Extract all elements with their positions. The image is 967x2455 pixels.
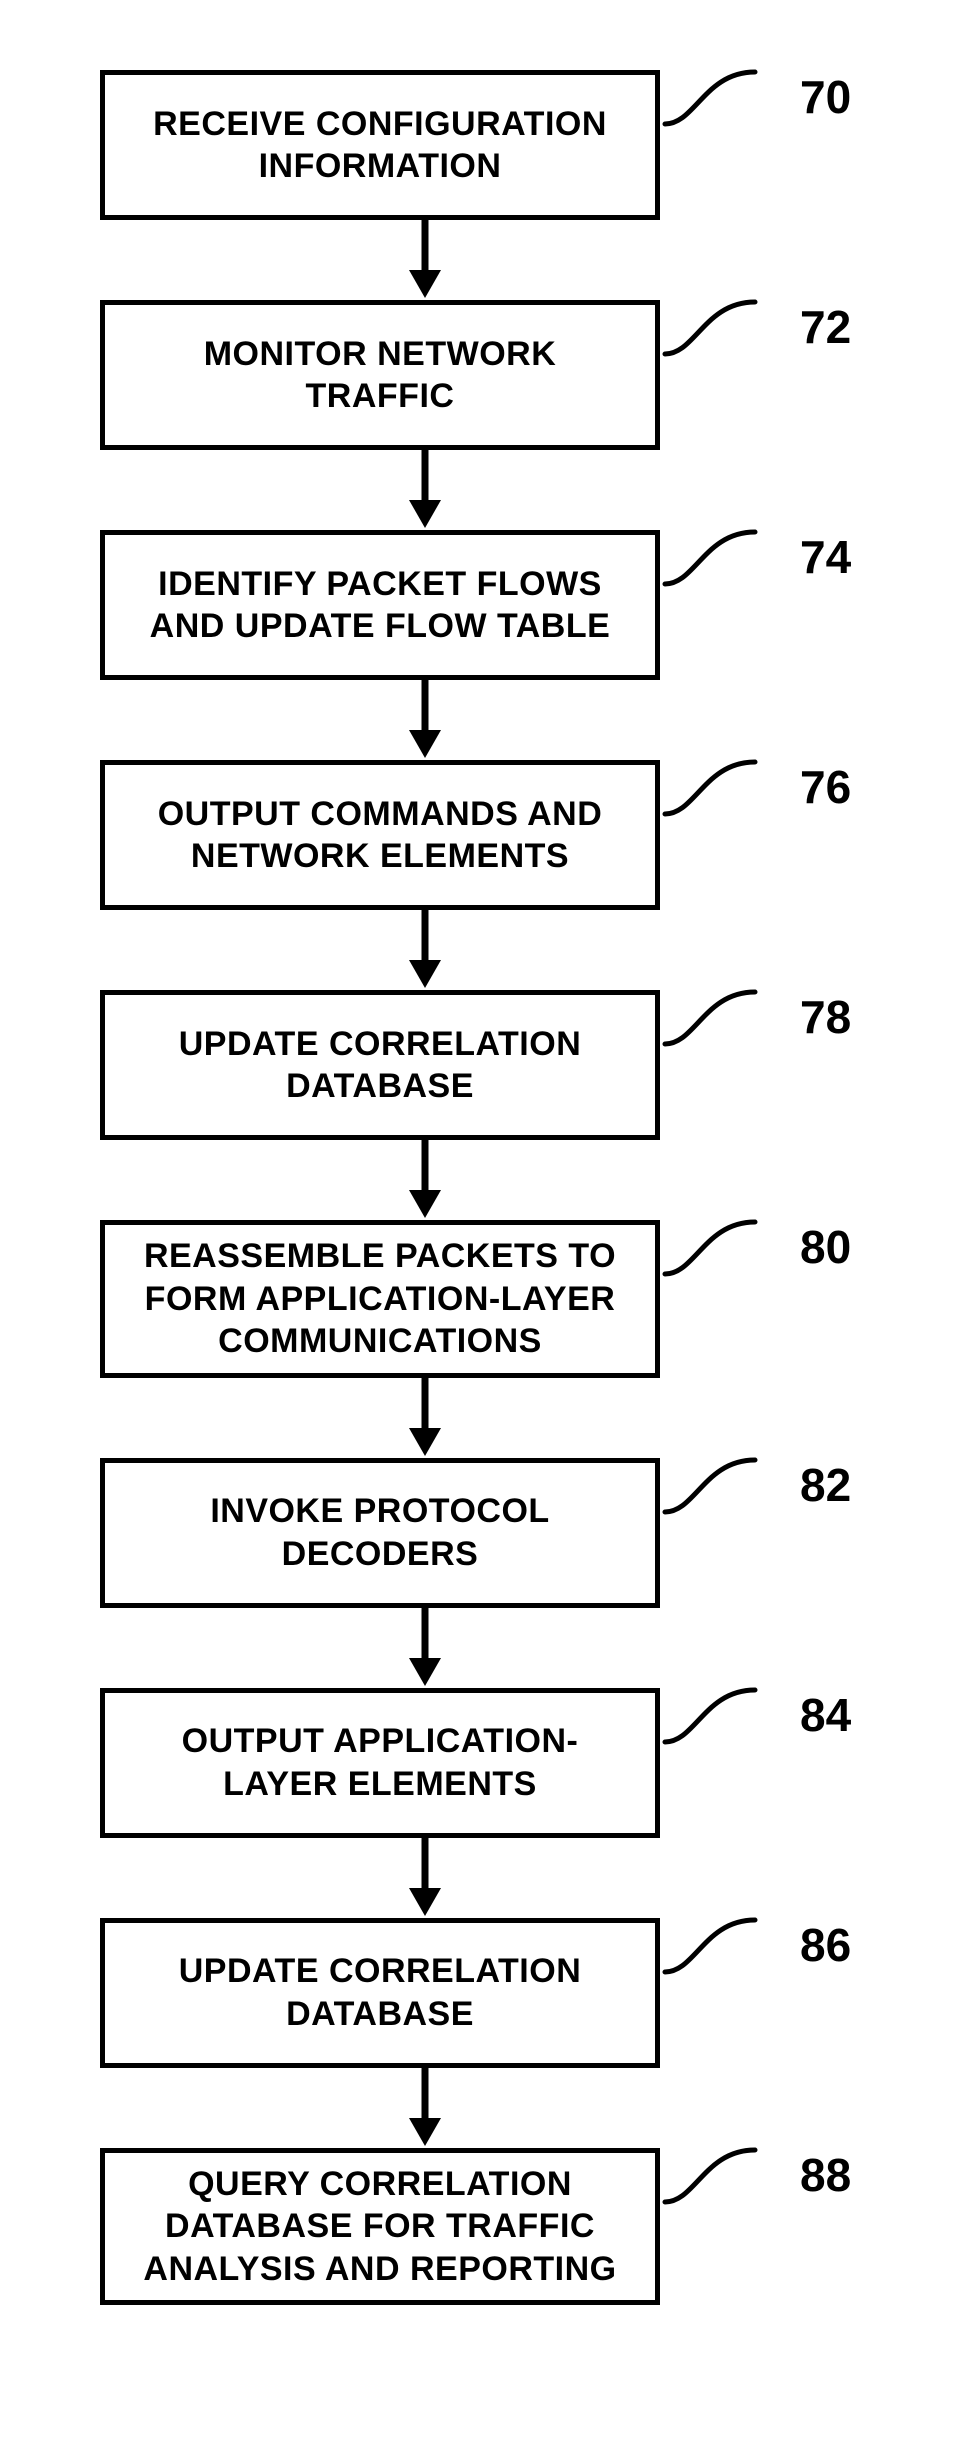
process-box: MONITOR NETWORK TRAFFIC — [100, 300, 660, 450]
reference-number: 80 — [800, 1224, 851, 1270]
process-box: OUTPUT APPLICATION-LAYER ELEMENTS — [100, 1688, 660, 1838]
reference-number: 74 — [800, 534, 851, 580]
process-label: RECEIVE CONFIGURATION INFORMATION — [125, 103, 635, 188]
process-box: INVOKE PROTOCOL DECODERS — [100, 1458, 660, 1608]
flow-arrow — [145, 1140, 705, 1220]
callout-curve-icon — [660, 62, 770, 132]
flow-step: QUERY CORRELATION DATABASE FOR TRAFFIC A… — [100, 2148, 750, 2306]
process-label: QUERY CORRELATION DATABASE FOR TRAFFIC A… — [125, 2163, 635, 2291]
process-label: UPDATE CORRELATION DATABASE — [125, 1023, 635, 1108]
callout-curve-icon — [660, 982, 770, 1052]
reference-callout: 74 — [660, 522, 851, 592]
flow-step: INVOKE PROTOCOL DECODERS 82 — [100, 1458, 750, 1608]
process-box: REASSEMBLE PACKETS TO FORM APPLICATION-L… — [100, 1220, 660, 1378]
process-label: OUTPUT APPLICATION-LAYER ELEMENTS — [125, 1720, 635, 1805]
reference-callout: 70 — [660, 62, 851, 132]
callout-curve-icon — [660, 2140, 770, 2210]
process-label: OUTPUT COMMANDS AND NETWORK ELEMENTS — [125, 793, 635, 878]
process-label: IDENTIFY PACKET FLOWS AND UPDATE FLOW TA… — [125, 563, 635, 648]
flowchart-page: RECEIVE CONFIGURATION INFORMATION 70 MON… — [0, 0, 967, 2455]
reference-callout: 72 — [660, 292, 851, 362]
flow-step: OUTPUT APPLICATION-LAYER ELEMENTS 84 — [100, 1688, 750, 1838]
process-box: UPDATE CORRELATION DATABASE — [100, 990, 660, 1140]
flow-step: UPDATE CORRELATION DATABASE 78 — [100, 990, 750, 1140]
arrow-down-icon — [405, 1838, 445, 1918]
flow-arrow — [145, 2068, 705, 2148]
reference-number: 84 — [800, 1692, 851, 1738]
flow-step: UPDATE CORRELATION DATABASE 86 — [100, 1918, 750, 2068]
reference-callout: 76 — [660, 752, 851, 822]
flow-arrow — [145, 1838, 705, 1918]
reference-number: 82 — [800, 1462, 851, 1508]
arrow-down-icon — [405, 1140, 445, 1220]
flow-step: RECEIVE CONFIGURATION INFORMATION 70 — [100, 70, 750, 220]
reference-callout: 84 — [660, 1680, 851, 1750]
flow-step: MONITOR NETWORK TRAFFIC 72 — [100, 300, 750, 450]
process-label: REASSEMBLE PACKETS TO FORM APPLICATION-L… — [125, 1235, 635, 1363]
reference-number: 76 — [800, 764, 851, 810]
callout-curve-icon — [660, 292, 770, 362]
process-label: MONITOR NETWORK TRAFFIC — [125, 333, 635, 418]
flow-arrow — [145, 450, 705, 530]
process-box: OUTPUT COMMANDS AND NETWORK ELEMENTS — [100, 760, 660, 910]
flow-arrow — [145, 1378, 705, 1458]
flow-arrow — [145, 680, 705, 760]
process-label: INVOKE PROTOCOL DECODERS — [125, 1490, 635, 1575]
flow-step: OUTPUT COMMANDS AND NETWORK ELEMENTS 76 — [100, 760, 750, 910]
reference-callout: 82 — [660, 1450, 851, 1520]
reference-callout: 88 — [660, 2140, 851, 2210]
arrow-down-icon — [405, 450, 445, 530]
arrow-down-icon — [405, 910, 445, 990]
arrow-down-icon — [405, 680, 445, 760]
reference-callout: 78 — [660, 982, 851, 1052]
callout-curve-icon — [660, 522, 770, 592]
process-label: UPDATE CORRELATION DATABASE — [125, 1950, 635, 2035]
reference-callout: 86 — [660, 1910, 851, 1980]
reference-number: 88 — [800, 2152, 851, 2198]
process-box: IDENTIFY PACKET FLOWS AND UPDATE FLOW TA… — [100, 530, 660, 680]
flow-step: REASSEMBLE PACKETS TO FORM APPLICATION-L… — [100, 1220, 750, 1378]
reference-number: 78 — [800, 994, 851, 1040]
callout-curve-icon — [660, 1212, 770, 1282]
flow-step: IDENTIFY PACKET FLOWS AND UPDATE FLOW TA… — [100, 530, 750, 680]
reference-number: 72 — [800, 304, 851, 350]
arrow-down-icon — [405, 2068, 445, 2148]
arrow-down-icon — [405, 220, 445, 300]
arrow-down-icon — [405, 1608, 445, 1688]
process-box: UPDATE CORRELATION DATABASE — [100, 1918, 660, 2068]
process-box: QUERY CORRELATION DATABASE FOR TRAFFIC A… — [100, 2148, 660, 2306]
reference-number: 86 — [800, 1922, 851, 1968]
callout-curve-icon — [660, 1450, 770, 1520]
callout-curve-icon — [660, 1910, 770, 1980]
flow-arrow — [145, 1608, 705, 1688]
flowchart-column: RECEIVE CONFIGURATION INFORMATION 70 MON… — [100, 70, 750, 2305]
flow-arrow — [145, 220, 705, 300]
reference-number: 70 — [800, 74, 851, 120]
arrow-down-icon — [405, 1378, 445, 1458]
callout-curve-icon — [660, 1680, 770, 1750]
flow-arrow — [145, 910, 705, 990]
callout-curve-icon — [660, 752, 770, 822]
process-box: RECEIVE CONFIGURATION INFORMATION — [100, 70, 660, 220]
reference-callout: 80 — [660, 1212, 851, 1282]
